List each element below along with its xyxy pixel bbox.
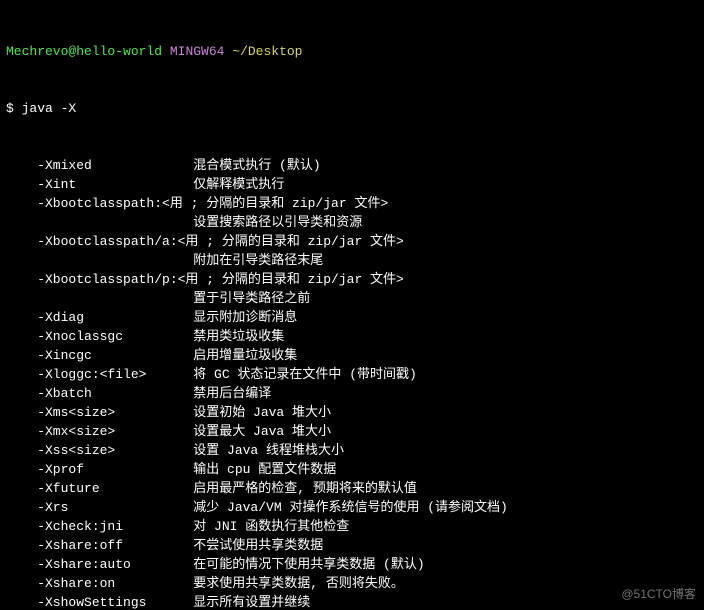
option-line: -Xcheck:jni 对 JNI 函数执行其他检查 bbox=[6, 517, 698, 536]
option-line: -Xloggc:<file> 将 GC 状态记录在文件中 (带时间戳) bbox=[6, 365, 698, 384]
option-line: -Xms<size> 设置初始 Java 堆大小 bbox=[6, 403, 698, 422]
option-line: -Xint 仅解释模式执行 bbox=[6, 175, 698, 194]
option-desc-wrap: 设置搜索路径以引导类和资源 bbox=[6, 213, 698, 232]
prompt-path: ~/Desktop bbox=[232, 44, 302, 59]
command-text: java -X bbox=[22, 101, 77, 116]
prompt-line: Mechrevo@hello-world MINGW64 ~/Desktop bbox=[6, 42, 698, 61]
options-block: -Xmixed 混合模式执行 (默认) -Xint 仅解释模式执行 -Xboot… bbox=[6, 156, 698, 610]
option-line: -Xmx<size> 设置最大 Java 堆大小 bbox=[6, 422, 698, 441]
option-line: -Xshare:on 要求使用共享类数据, 否则将失败。 bbox=[6, 574, 698, 593]
prompt-host: MINGW64 bbox=[170, 44, 225, 59]
option-line: -Xincgc 启用增量垃圾收集 bbox=[6, 346, 698, 365]
option-line: -XshowSettings 显示所有设置并继续 bbox=[6, 593, 698, 610]
option-line: -Xmixed 混合模式执行 (默认) bbox=[6, 156, 698, 175]
option-line: -Xnoclassgc 禁用类垃圾收集 bbox=[6, 327, 698, 346]
option-line: -Xshare:auto 在可能的情况下使用共享类数据 (默认) bbox=[6, 555, 698, 574]
option-line: -Xshare:off 不尝试使用共享类数据 bbox=[6, 536, 698, 555]
watermark: @51CTO博客 bbox=[621, 585, 696, 604]
option-line: -Xbootclasspath/a:<用 ; 分隔的目录和 zip/jar 文件… bbox=[6, 232, 698, 251]
prompt-symbol: $ bbox=[6, 101, 14, 116]
terminal-output[interactable]: Mechrevo@hello-world MINGW64 ~/Desktop $… bbox=[0, 0, 704, 610]
option-desc-wrap: 置于引导类路径之前 bbox=[6, 289, 698, 308]
option-line: -Xdiag 显示附加诊断消息 bbox=[6, 308, 698, 327]
command-line: $ java -X bbox=[6, 99, 698, 118]
option-line: -Xss<size> 设置 Java 线程堆栈大小 bbox=[6, 441, 698, 460]
option-line: -Xbootclasspath/p:<用 ; 分隔的目录和 zip/jar 文件… bbox=[6, 270, 698, 289]
option-line: -Xrs 减少 Java/VM 对操作系统信号的使用 (请参阅文档) bbox=[6, 498, 698, 517]
option-line: -Xprof 输出 cpu 配置文件数据 bbox=[6, 460, 698, 479]
option-line: -Xfuture 启用最严格的检查, 预期将来的默认值 bbox=[6, 479, 698, 498]
option-line: -Xbootclasspath:<用 ; 分隔的目录和 zip/jar 文件> bbox=[6, 194, 698, 213]
prompt-user: Mechrevo@hello-world bbox=[6, 44, 162, 59]
option-desc-wrap: 附加在引导类路径末尾 bbox=[6, 251, 698, 270]
option-line: -Xbatch 禁用后台编译 bbox=[6, 384, 698, 403]
